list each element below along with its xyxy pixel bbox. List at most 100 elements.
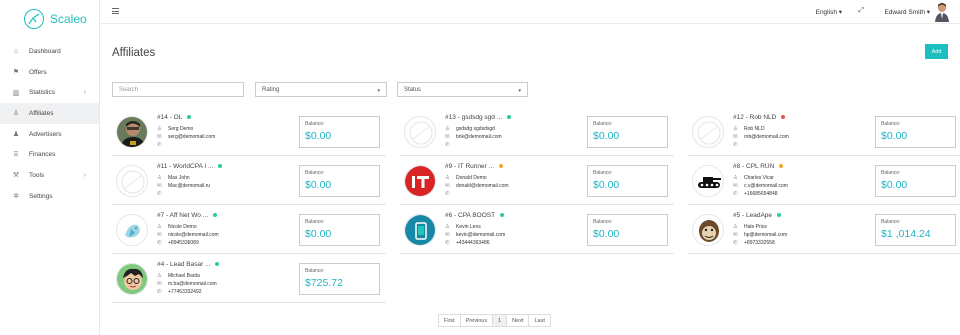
pagination-1[interactable]: 1 — [492, 315, 507, 326]
affiliate-title[interactable]: #4 - Lead Basar ... — [157, 261, 220, 268]
user-icon: ♙ — [733, 224, 738, 230]
affiliate-card[interactable]: #6 - CPA BOOST ♙ Kevin Lens ✉ kevin@demomail… — [400, 206, 674, 254]
affiliate-phone: ✆ — [445, 191, 456, 197]
affiliate-avatar[interactable] — [692, 116, 724, 148]
affiliate-card[interactable]: #7 - Aff Net Wo ... ♙ Nicole Demo ✉ nicole@d… — [112, 206, 386, 254]
affiliate-title[interactable]: #13 - gsdsdg sgd ... — [445, 114, 512, 121]
affiliate-avatar[interactable] — [692, 214, 724, 246]
pagination-first[interactable]: First — [439, 315, 460, 326]
sidebar-item-tools[interactable]: ⚒ Tools › — [0, 165, 99, 186]
affiliate-card[interactable]: #11 - WorldCPA I ... ♙ Max John ✉ Mac@demoma… — [112, 157, 386, 205]
balance-label: Balance: — [881, 219, 901, 225]
sidebar-item-label: Affiliates — [29, 109, 54, 117]
sidebar-item-advertisers[interactable]: ♟ Advertisers — [0, 124, 99, 145]
affiliate-card[interactable]: #5 - LeadApe ♙ Hale Price ✉ hp@demomail.com ✆… — [688, 206, 960, 254]
gear-icon: ✲ — [13, 193, 19, 201]
affiliate-title[interactable]: #8 - CPL RUN — [733, 163, 784, 170]
affiliate-title-text: #12 - Rob NLD — [733, 114, 777, 121]
affiliate-contact-name: ♙ Charles Vicar — [733, 175, 774, 181]
sidebar-item-statistics[interactable]: ▥ Statistics › — [0, 82, 99, 103]
sidebar-item-label: Finances — [29, 151, 56, 159]
balance-box: Balance: $0.00 — [587, 214, 668, 246]
balance-value: $0.00 — [593, 228, 620, 240]
affiliate-email: ✉ serg@demomail.com — [157, 134, 216, 140]
balance-label: Balance: — [881, 170, 901, 176]
affiliate-card[interactable]: #12 - Rob NLD ♙ Rob NLD ✉ rob@demomail.com ✆ B… — [688, 108, 960, 156]
pagination-last[interactable]: Last — [528, 315, 549, 326]
affiliate-phone: ✆ — [157, 142, 168, 148]
affiliate-card[interactable]: #13 - gsdsdg sgd ... ♙ gsdsdg sgdsdsgd ✉ bnk… — [400, 108, 674, 156]
mail-icon: ✉ — [445, 183, 450, 189]
status-dot-icon — [499, 164, 504, 169]
affiliate-title[interactable]: #12 - Rob NLD — [733, 114, 786, 121]
fullscreen-icon[interactable]: ⤢ — [858, 7, 864, 15]
balance-value: $1 ,014.24 — [881, 228, 931, 240]
user-icon: ♙ — [12, 110, 20, 118]
status-dot-icon — [187, 115, 192, 120]
affiliate-phone: ✆ — [733, 142, 744, 148]
user-avatar[interactable] — [934, 2, 950, 22]
sidebar-item-offers[interactable]: ⚑ Offers — [0, 62, 99, 83]
balance-label: Balance: — [305, 121, 325, 127]
affiliate-avatar[interactable] — [116, 263, 148, 295]
affiliate-phone: ✆ +43444363486 — [445, 240, 490, 246]
affiliate-card[interactable]: #8 - CPL RUN ♙ Charles Vicar ✉ c.v@demomail.… — [688, 157, 960, 205]
affiliate-title-text: #11 - WorldCPA I ... — [157, 163, 214, 170]
affiliate-email: ✉ donald@demomail.com — [445, 183, 509, 189]
affiliate-card[interactable]: #14 - OL ♙ Serg Demo ✉ serg@demomail.com ✆ Bal… — [112, 108, 386, 156]
pagination-previous[interactable]: Previous — [459, 315, 492, 326]
balance-label: Balance: — [305, 268, 325, 274]
language-dropdown[interactable]: English ▾ — [816, 8, 842, 16]
menu-toggle-icon[interactable] — [112, 8, 119, 16]
affiliate-avatar[interactable] — [116, 116, 148, 148]
affiliate-avatar[interactable] — [116, 214, 148, 246]
affiliate-phone: ✆ +16685654848 — [733, 191, 778, 197]
balance-value: $0.00 — [593, 130, 620, 142]
affiliate-avatar[interactable] — [116, 165, 148, 197]
affiliate-avatar[interactable] — [404, 214, 436, 246]
sidebar-item-finances[interactable]: ⌸ Finances — [0, 144, 99, 165]
balance-value: $0.00 — [305, 228, 332, 240]
affiliate-title[interactable]: #5 - LeadApe — [733, 212, 782, 219]
mail-icon: ✉ — [157, 232, 162, 238]
affiliate-title[interactable]: #11 - WorldCPA I ... — [157, 163, 223, 170]
add-affiliate-button[interactable]: Add — [925, 44, 948, 59]
user-icon: ♙ — [445, 224, 450, 230]
search-input[interactable]: Search — [112, 82, 244, 97]
affiliate-card[interactable]: #4 - Lead Basar ... ♙ Michael Barda ✉ m.ba@d… — [112, 255, 386, 303]
affiliate-card[interactable]: #9 - IT Runner ... ♙ Donald Demo ✉ donald@de… — [400, 157, 674, 205]
affiliate-avatar[interactable] — [404, 165, 436, 197]
balance-box: Balance: $0.00 — [299, 214, 380, 246]
user-menu[interactable]: Edward Smith ▾ — [884, 8, 930, 16]
pagination-next[interactable]: Next — [506, 315, 528, 326]
phone-icon: ✆ — [157, 142, 162, 148]
affiliate-contact-name: ♙ gsdsdg sgdsdsgd — [445, 126, 495, 132]
phone-icon: ✆ — [157, 191, 162, 197]
affiliate-avatar[interactable] — [404, 116, 436, 148]
app-logo[interactable]: Scaleo — [0, 0, 99, 38]
sidebar-item-dashboard[interactable]: ⌂ Dashboard — [0, 41, 99, 62]
status-dot-icon — [781, 115, 786, 120]
affiliate-avatar[interactable] — [692, 165, 724, 197]
affiliate-contact-name: ♙ Donald Demo — [445, 175, 487, 181]
sidebar-item-affiliates[interactable]: ♙ Affiliates — [0, 103, 99, 124]
sidebar-item-settings[interactable]: ✲ Settings — [0, 186, 99, 207]
affiliate-title[interactable]: #7 - Aff Net Wo ... — [157, 212, 218, 219]
user-icon: ♙ — [445, 126, 450, 132]
affiliate-title[interactable]: #9 - IT Runner ... — [445, 163, 504, 170]
affiliate-title-text: #6 - CPA BOOST — [445, 212, 496, 219]
affiliate-title-text: #5 - LeadApe — [733, 212, 773, 219]
caret-down-icon: ▼ — [376, 88, 381, 93]
sidebar-item-label: Offers — [29, 68, 47, 76]
user-icon: ♙ — [157, 224, 162, 230]
status-select[interactable]: Status ▼ — [397, 82, 528, 97]
status-dot-icon — [215, 262, 220, 267]
affiliate-title[interactable]: #14 - OL — [157, 114, 192, 121]
rating-select[interactable]: Rating ▼ — [255, 82, 387, 97]
affiliate-phone: ✆ +77453332492 — [157, 289, 202, 295]
affiliate-email: ✉ rob@demomail.com — [733, 134, 789, 140]
affiliate-title[interactable]: #6 - CPA BOOST — [445, 212, 505, 219]
sidebar-nav: ⌂ Dashboard ⚑ Offers ▥ Statistics › ♙ Affiliates… — [0, 41, 99, 207]
user-icon: ♙ — [157, 273, 162, 279]
status-dot-icon — [777, 213, 782, 218]
